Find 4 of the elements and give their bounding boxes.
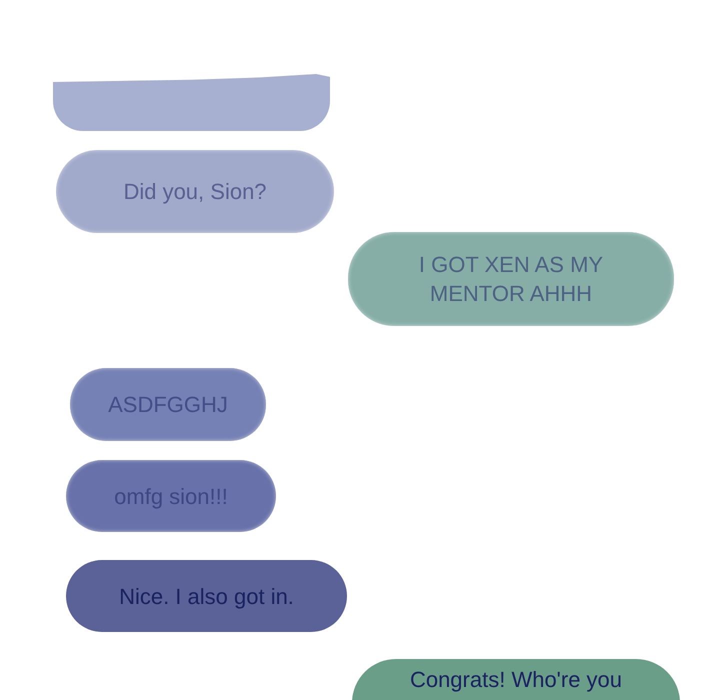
message-bubble: Congrats! Who're you <box>352 659 680 700</box>
message-bubble: Nice. I also got in. <box>66 560 347 632</box>
message-bubble: Did you, Sion? <box>56 150 334 233</box>
message-bubble: I GOT XEN AS MY MENTOR AHHH <box>348 232 674 326</box>
